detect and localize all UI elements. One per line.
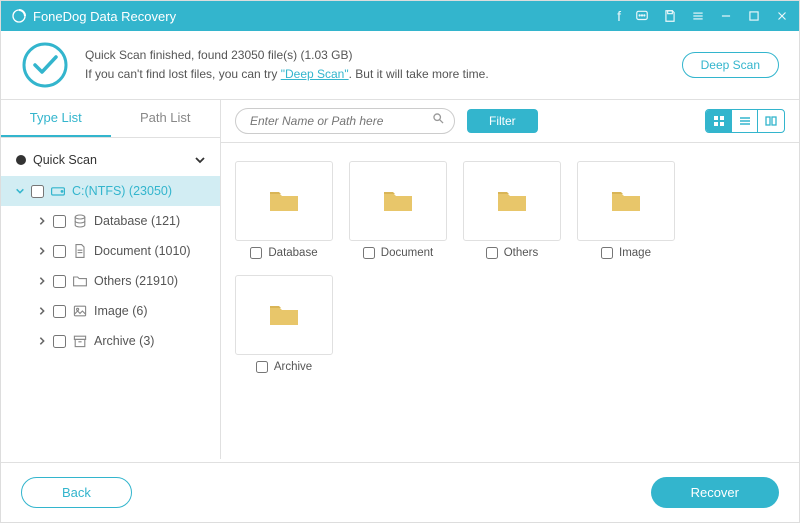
image-icon	[72, 303, 88, 319]
app-logo-icon	[11, 8, 27, 24]
tree-item-archive[interactable]: Archive (3)	[1, 326, 220, 356]
app-logo: FoneDog Data Recovery	[11, 8, 176, 24]
check-circle-icon	[21, 41, 69, 89]
total-size: 1.03 GB	[304, 48, 348, 62]
file-count: 23050	[231, 48, 264, 62]
folder-name: Document	[381, 247, 433, 259]
chevron-right-icon	[37, 306, 47, 316]
document-icon	[72, 243, 88, 259]
tree-item-others[interactable]: Others (21910)	[1, 266, 220, 296]
tree-label: Image (6)	[94, 304, 148, 318]
folder-icon	[269, 189, 299, 213]
deep-scan-link[interactable]: "Deep Scan"	[281, 67, 349, 81]
folder-icon	[72, 273, 88, 289]
facebook-icon[interactable]: f	[617, 8, 621, 24]
folder-checkbox[interactable]	[363, 247, 375, 259]
search-input[interactable]	[235, 108, 455, 134]
chevron-right-icon	[37, 216, 47, 226]
tree-item-database[interactable]: Database (121)	[1, 206, 220, 236]
view-detail-button[interactable]	[758, 110, 784, 132]
folder-name: Archive	[274, 361, 312, 373]
tab-type-list[interactable]: Type List	[1, 100, 111, 137]
folder-thumbnail	[235, 161, 333, 241]
chevron-down-icon	[15, 186, 25, 196]
toolbar: Filter	[221, 100, 799, 143]
save-icon[interactable]	[663, 9, 677, 23]
folder-name: Database	[268, 247, 317, 259]
footer: Back Recover	[1, 462, 799, 522]
folder-item-others[interactable]: Others	[463, 161, 561, 259]
deep-scan-button[interactable]: Deep Scan	[682, 52, 779, 78]
view-toggle	[705, 109, 785, 133]
chevron-right-icon	[37, 336, 47, 346]
folder-icon	[269, 303, 299, 327]
tree-checkbox[interactable]	[53, 305, 66, 318]
tree-item-document[interactable]: Document (1010)	[1, 236, 220, 266]
folder-grid: Database Document Others Image	[221, 143, 799, 459]
folder-checkbox[interactable]	[256, 361, 268, 373]
tree-checkbox[interactable]	[53, 215, 66, 228]
archive-icon	[72, 333, 88, 349]
bullet-icon	[15, 154, 27, 166]
tree-label: Archive (3)	[94, 334, 154, 348]
filter-button[interactable]: Filter	[467, 109, 538, 133]
sidebar-tabs: Type List Path List	[1, 100, 220, 138]
folder-icon	[497, 189, 527, 213]
folder-name: Others	[504, 247, 539, 259]
titlebar: FoneDog Data Recovery f	[1, 1, 799, 31]
titlebar-actions: f	[617, 8, 789, 24]
main-area: Type List Path List Quick Scan C:(NTFS) …	[1, 100, 799, 459]
tree-drive[interactable]: C:(NTFS) (23050)	[1, 176, 220, 206]
chevron-right-icon	[37, 246, 47, 256]
folder-icon	[383, 189, 413, 213]
status-text: Quick Scan finished, found 23050 file(s)…	[85, 46, 682, 84]
chevron-down-icon	[194, 154, 206, 166]
drive-icon	[50, 183, 66, 199]
recover-button[interactable]: Recover	[651, 477, 779, 508]
search-wrap	[235, 108, 455, 134]
tab-path-list[interactable]: Path List	[111, 100, 221, 137]
folder-checkbox[interactable]	[486, 247, 498, 259]
search-icon[interactable]	[432, 112, 445, 130]
view-grid-button[interactable]	[706, 110, 732, 132]
content: Filter Database Document	[221, 100, 799, 459]
folder-name: Image	[619, 247, 651, 259]
chevron-right-icon	[37, 276, 47, 286]
tree-checkbox[interactable]	[53, 245, 66, 258]
folder-item-database[interactable]: Database	[235, 161, 333, 259]
folder-thumbnail	[577, 161, 675, 241]
folder-thumbnail	[235, 275, 333, 355]
tree-checkbox[interactable]	[53, 275, 66, 288]
folder-item-document[interactable]: Document	[349, 161, 447, 259]
back-button[interactable]: Back	[21, 477, 132, 508]
tree-checkbox[interactable]	[31, 185, 44, 198]
folder-checkbox[interactable]	[250, 247, 262, 259]
app-title: FoneDog Data Recovery	[33, 9, 176, 24]
menu-icon[interactable]	[691, 9, 705, 23]
tree-checkbox[interactable]	[53, 335, 66, 348]
status-bar: Quick Scan finished, found 23050 file(s)…	[1, 31, 799, 100]
folder-item-image[interactable]: Image	[577, 161, 675, 259]
folder-icon	[611, 189, 641, 213]
folder-thumbnail	[463, 161, 561, 241]
tree-quick-scan[interactable]: Quick Scan	[1, 144, 220, 176]
tree-label: Database (121)	[94, 214, 180, 228]
tree: Quick Scan C:(NTFS) (23050) Database (12…	[1, 138, 220, 362]
database-icon	[72, 213, 88, 229]
tree-label: Document (1010)	[94, 244, 191, 258]
tree-label: C:(NTFS) (23050)	[72, 184, 172, 198]
tree-label: Quick Scan	[33, 153, 97, 167]
minimize-icon[interactable]	[719, 9, 733, 23]
folder-thumbnail	[349, 161, 447, 241]
tree-label: Others (21910)	[94, 274, 178, 288]
sidebar: Type List Path List Quick Scan C:(NTFS) …	[1, 100, 221, 459]
tree-item-image[interactable]: Image (6)	[1, 296, 220, 326]
feedback-icon[interactable]	[635, 9, 649, 23]
folder-checkbox[interactable]	[601, 247, 613, 259]
view-list-button[interactable]	[732, 110, 758, 132]
folder-item-archive[interactable]: Archive	[235, 275, 333, 373]
close-icon[interactable]	[775, 9, 789, 23]
maximize-icon[interactable]	[747, 9, 761, 23]
